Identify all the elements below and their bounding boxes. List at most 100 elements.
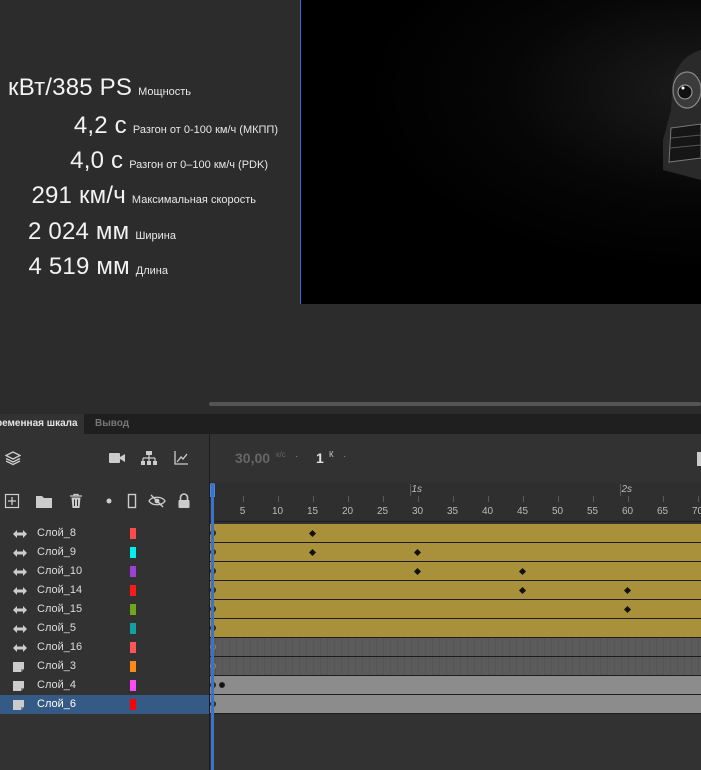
spec-accel-manual: 4,2 с Разгон от 0-100 км/ч (МКПП) — [74, 112, 278, 140]
spec-list: кВт/385 PS Мощность 4,2 с Разгон от 0-10… — [0, 0, 300, 304]
ruler-tick-label: 70 — [691, 506, 701, 517]
layer-name: Слой_10 — [37, 565, 83, 577]
tab-timeline[interactable]: ременная шкала — [0, 414, 84, 434]
property-keyframe[interactable] — [218, 682, 225, 688]
property-keyframe[interactable] — [623, 586, 631, 595]
camera-icon[interactable] — [108, 449, 126, 467]
layer-color-swatch[interactable] — [130, 680, 136, 691]
ruler-tick — [557, 496, 559, 502]
layer-row[interactable]: Слой_8 — [0, 524, 209, 543]
ruler-tick — [487, 496, 489, 502]
trash-icon[interactable] — [67, 492, 85, 510]
motion-tween-layer-icon — [12, 603, 27, 615]
layer-name: Слой_3 — [37, 660, 76, 672]
current-frame-value[interactable]: 1 — [316, 450, 324, 466]
playhead[interactable] — [211, 483, 214, 770]
property-keyframe[interactable] — [413, 567, 421, 576]
layer-color-swatch[interactable] — [130, 528, 136, 539]
motion-tween-layer-icon — [12, 546, 27, 558]
fps-value[interactable]: 30,00 — [235, 450, 270, 466]
ruler-tick — [347, 496, 349, 502]
ruler-second-mark — [409, 484, 411, 496]
layer-color-swatch[interactable] — [130, 566, 136, 577]
property-keyframe[interactable] — [308, 548, 316, 557]
frame-row[interactable] — [209, 676, 701, 695]
layer-icon — [12, 698, 26, 710]
layer-color-swatch[interactable] — [130, 547, 136, 558]
layer-name: Слой_15 — [37, 603, 83, 615]
frame-row[interactable] — [209, 543, 701, 562]
property-keyframe[interactable] — [518, 586, 526, 595]
layer-name: Слой_14 — [37, 584, 83, 596]
frame-row[interactable] — [209, 524, 701, 543]
tab-output[interactable]: Вывод — [89, 414, 135, 434]
layer-color-swatch[interactable] — [130, 623, 136, 634]
spec-label: Длина — [135, 265, 168, 277]
layer-color-swatch[interactable] — [130, 604, 136, 615]
layer-color-swatch[interactable] — [130, 642, 136, 653]
layer-parenting-icon[interactable] — [140, 449, 158, 467]
horizontal-scrollbar[interactable] — [209, 402, 701, 406]
spec-label: Ширина — [135, 230, 176, 242]
frame-row[interactable] — [209, 638, 701, 657]
dot-icon[interactable] — [100, 492, 118, 510]
layer-row[interactable]: Слой_6 — [0, 695, 209, 714]
ruler-second-label: 1s — [411, 484, 423, 495]
outline-icon[interactable] — [123, 492, 141, 510]
folder-icon[interactable] — [35, 492, 53, 510]
layer-color-swatch[interactable] — [130, 699, 136, 710]
spec-value: 4,2 с — [73, 112, 127, 139]
spec-value: 2 024 мм — [27, 218, 130, 245]
ruler-tick-label: 45 — [516, 506, 529, 517]
stage-area: кВт/385 PS Мощность 4,2 с Разгон от 0-10… — [0, 0, 701, 412]
separator-dot: · — [343, 451, 347, 462]
layer-name: Слой_9 — [37, 546, 76, 558]
layer-color-swatch[interactable] — [130, 585, 136, 596]
frame-row[interactable] — [209, 581, 701, 600]
spec-label: Разгон от 0–100 км/ч (PDK) — [129, 159, 268, 171]
motion-tween-layer-icon — [12, 584, 27, 596]
spec-value: 4,0 с — [70, 147, 124, 174]
ruler-tick-label: 40 — [481, 506, 494, 517]
ruler-tick — [697, 496, 699, 502]
frame-unit: К — [329, 450, 334, 459]
ruler-tick-label: 20 — [341, 506, 354, 517]
ruler-tick-label: 5 — [239, 506, 246, 517]
ruler-tick-label: 25 — [376, 506, 389, 517]
layer-row[interactable]: Слой_16 — [0, 638, 209, 657]
ruler-tick-label: 55 — [586, 506, 599, 517]
layers-icon[interactable] — [4, 449, 22, 467]
frame-row[interactable] — [209, 562, 701, 581]
layer-name: Слой_8 — [37, 527, 76, 539]
layer-color-swatch[interactable] — [130, 661, 136, 672]
motion-tween-layer-icon — [12, 622, 27, 634]
layer-row[interactable]: Слой_9 — [0, 543, 209, 562]
layer-name: Слой_6 — [37, 698, 76, 710]
frame-row[interactable] — [209, 695, 701, 714]
layer-row[interactable]: Слой_10 — [0, 562, 209, 581]
ruler-tick — [522, 496, 524, 502]
stage-canvas[interactable] — [301, 0, 701, 304]
ruler-tick — [662, 496, 664, 502]
layer-row[interactable]: Слой_5 — [0, 619, 209, 638]
timeline-area: 30,00 к/с · 1 К · 5 10 15 20 25 30 35 40 45 50 55 6… — [209, 434, 701, 770]
frame-row[interactable] — [209, 657, 701, 676]
frame-row[interactable] — [209, 619, 701, 638]
layer-row[interactable]: Слой_15 — [0, 600, 209, 619]
property-keyframe[interactable] — [413, 548, 421, 557]
ruler-tick — [627, 496, 629, 502]
new-layer-icon[interactable] — [3, 492, 21, 510]
layer-row[interactable]: Слой_4 — [0, 676, 209, 695]
spec-value: 4 519 мм — [28, 253, 130, 280]
property-keyframe[interactable] — [518, 567, 526, 576]
lock-icon[interactable] — [175, 492, 193, 510]
property-keyframe[interactable] — [308, 529, 316, 538]
frame-row[interactable] — [209, 600, 701, 619]
layer-row[interactable]: Слой_14 — [0, 581, 209, 600]
eye-off-icon[interactable] — [148, 492, 166, 510]
frame-ruler[interactable]: 5 10 15 20 25 30 35 40 45 50 55 60 65 70 1s 2s — [209, 482, 701, 522]
property-keyframe[interactable] — [623, 605, 631, 614]
graph-icon[interactable] — [172, 449, 190, 467]
layer-row[interactable]: Слой_3 — [0, 657, 209, 676]
layer-name: Слой_5 — [37, 622, 76, 634]
